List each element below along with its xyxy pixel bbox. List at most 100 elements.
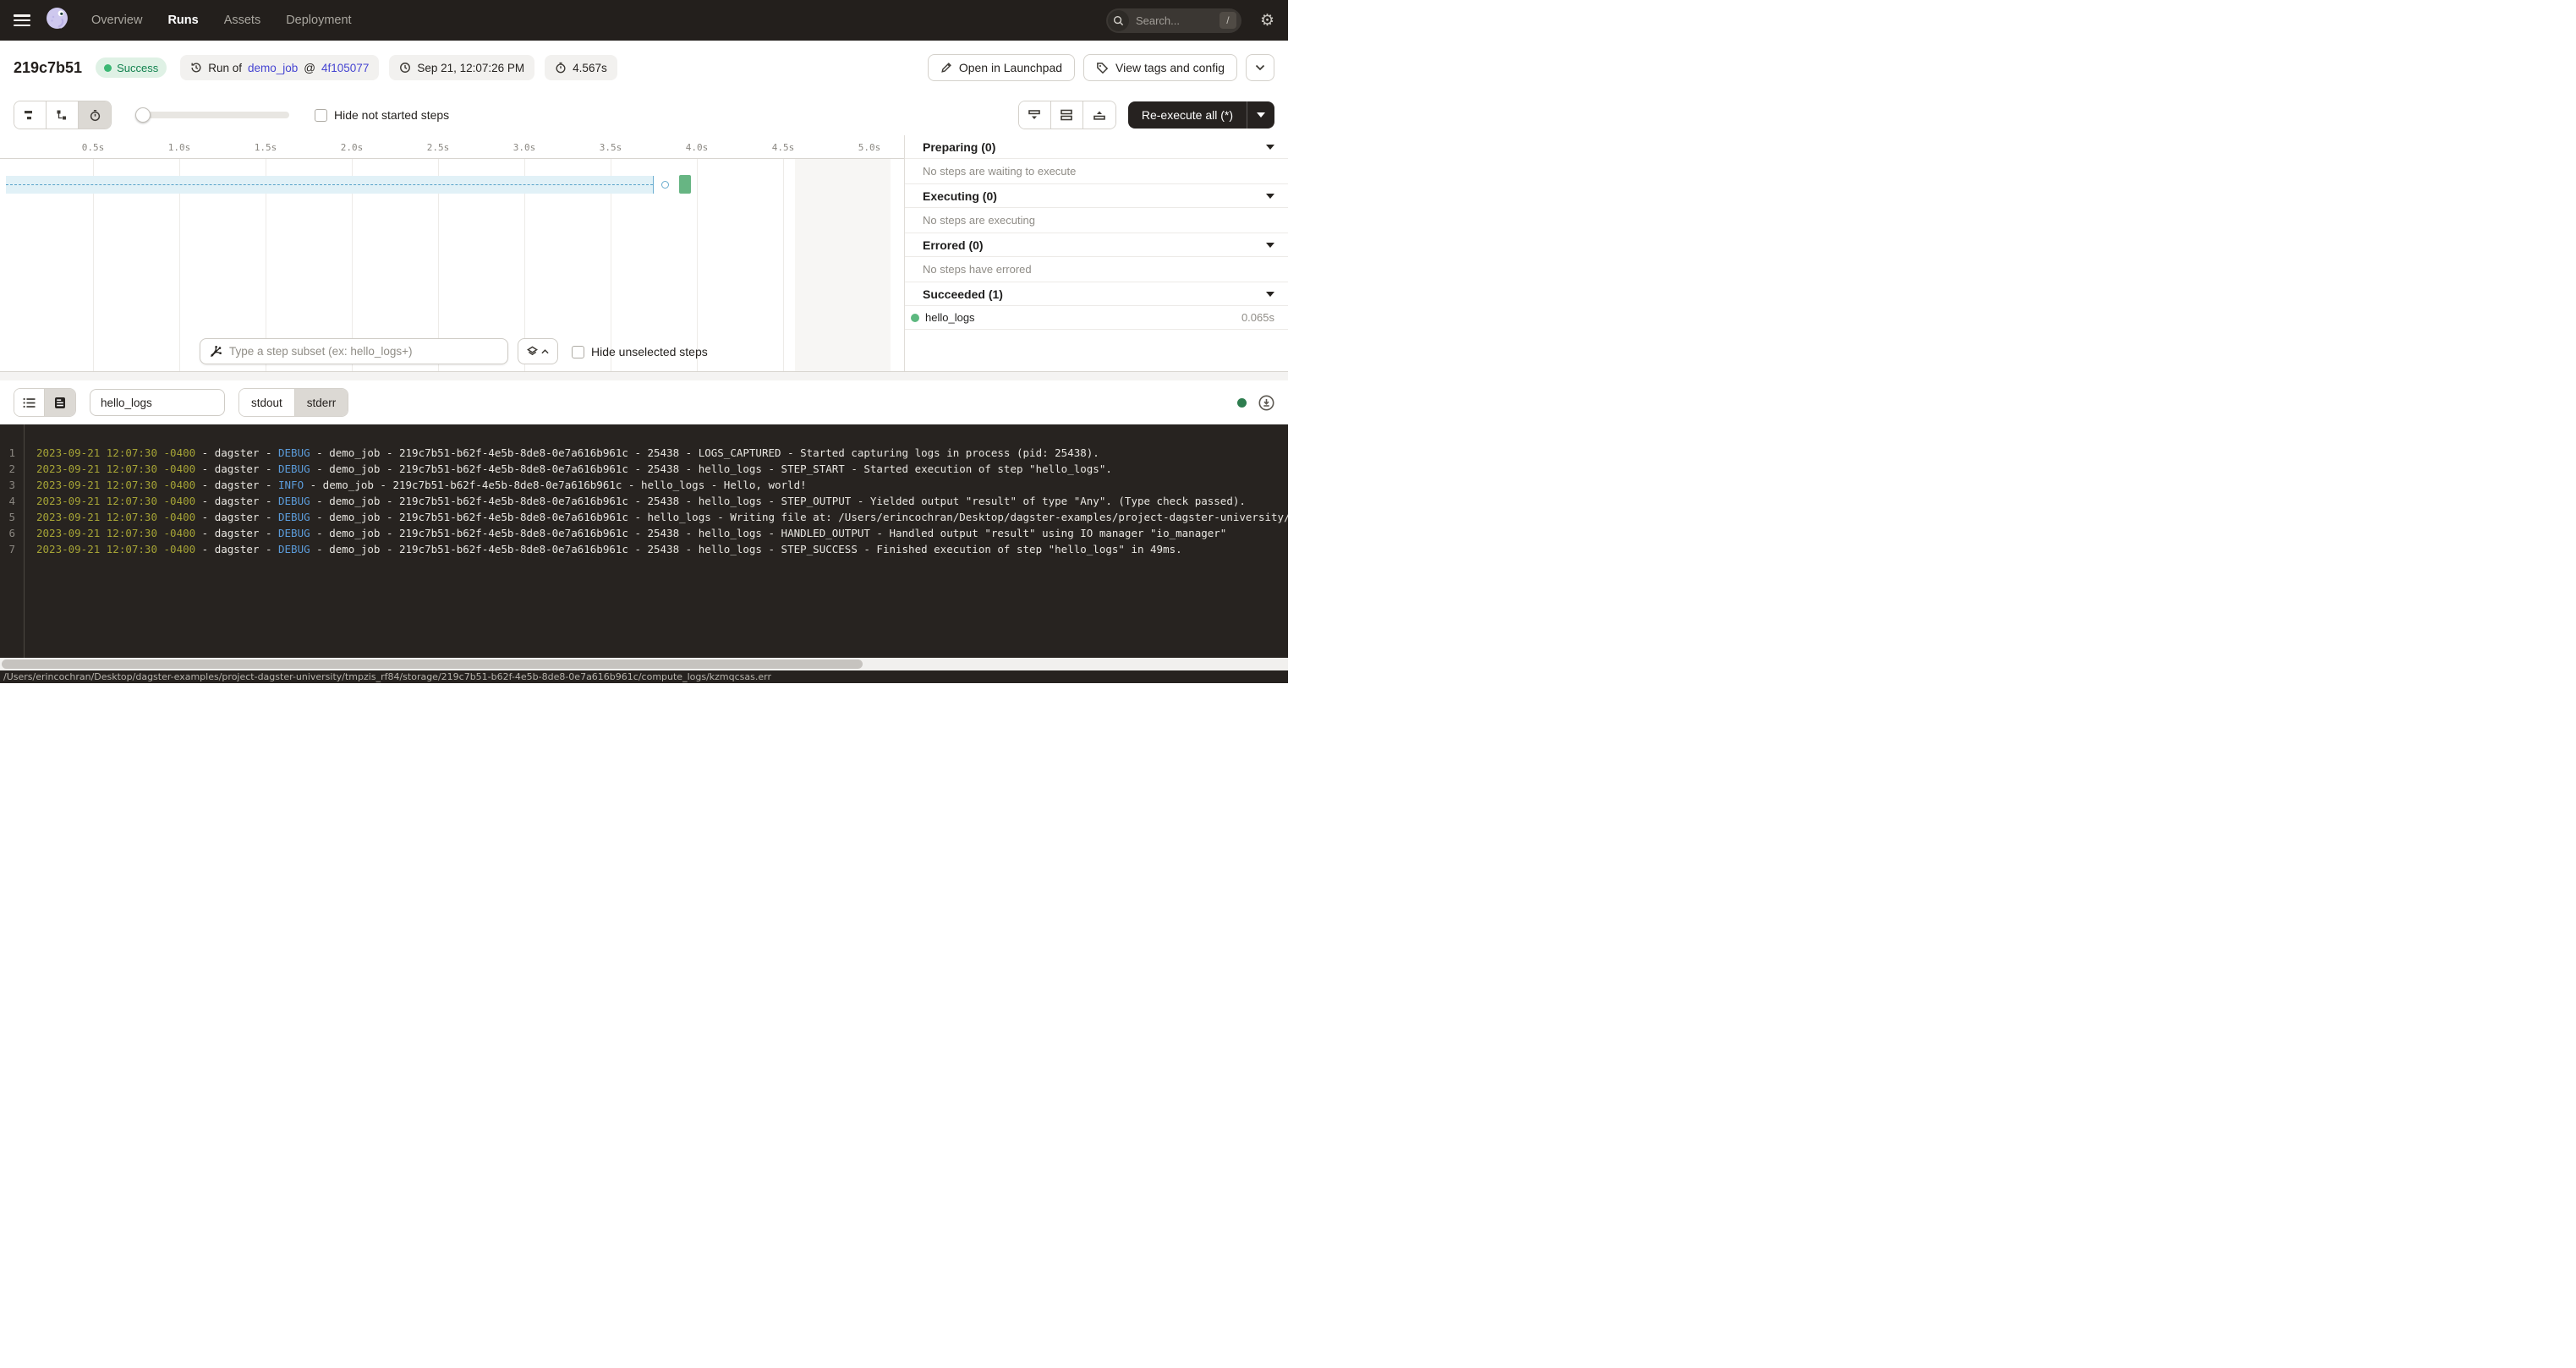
log-line: 42023-09-21 12:07:30 -0400 - dagster - D…	[0, 493, 1288, 509]
log-filter-input[interactable]	[90, 389, 225, 416]
expand-bottom-panel-button[interactable]	[1083, 101, 1115, 129]
settings-gear-icon[interactable]: ⚙	[1260, 13, 1274, 29]
log-output[interactable]: 12023-09-21 12:07:30 -0400 - dagster - D…	[0, 424, 1288, 658]
stdout-stderr-tabs: stdout stderr	[238, 388, 348, 417]
section-collapse-icon[interactable]	[1266, 292, 1274, 297]
log-line: 52023-09-21 12:07:30 -0400 - dagster - D…	[0, 509, 1288, 525]
dagster-logo[interactable]	[44, 6, 73, 35]
search-input[interactable]	[1136, 14, 1219, 27]
reexecute-dropdown-caret[interactable]	[1247, 101, 1274, 129]
hide-not-started-label: Hide not started steps	[334, 108, 449, 122]
axis-tick-label: 1.0s	[162, 142, 196, 153]
log-status-dot	[1237, 398, 1247, 408]
structured-log-view-button[interactable]	[14, 389, 45, 416]
stopwatch-icon	[555, 62, 567, 74]
step-subset-field[interactable]	[200, 338, 508, 364]
step-subset-input[interactable]	[229, 345, 499, 358]
run-status-badge: Success	[96, 57, 167, 78]
scrollbar-thumb[interactable]	[2, 659, 863, 669]
step-duration: 0.065s	[1241, 311, 1274, 324]
log-file-path: /Users/erincochran/Desktop/dagster-examp…	[0, 670, 1288, 683]
axis-tick-label: 4.5s	[766, 142, 800, 153]
reexecute-all-button: Re-execute all (*)	[1128, 101, 1274, 129]
nav-item-deployment[interactable]: Deployment	[286, 14, 351, 27]
nav-item-assets[interactable]: Assets	[224, 14, 261, 27]
zoom-slider-knob[interactable]	[135, 107, 151, 123]
axis-tick-label: 4.0s	[680, 142, 714, 153]
section-collapse-icon[interactable]	[1266, 194, 1274, 199]
download-log-icon[interactable]	[1258, 395, 1274, 411]
gantt-view-mode-group	[14, 101, 112, 129]
collapse-bottom-panel-button[interactable]	[1019, 101, 1051, 129]
log-gutter-divider	[24, 424, 25, 658]
log-line: 72023-09-21 12:07:30 -0400 - dagster - D…	[0, 541, 1288, 557]
succeeded-step-row[interactable]: hello_logs 0.065s	[905, 306, 1288, 330]
snapshot-id-link[interactable]: 4f105077	[321, 62, 369, 74]
success-dot-icon	[104, 64, 112, 72]
run-duration-pill: 4.567s	[545, 55, 617, 80]
run-id-title: 219c7b51	[14, 59, 82, 77]
log-line: 62023-09-21 12:07:30 -0400 - dagster - D…	[0, 525, 1288, 541]
axis-tick-label: 5.0s	[852, 142, 886, 153]
log-line: 22023-09-21 12:07:30 -0400 - dagster - D…	[0, 461, 1288, 477]
nav-item-runs[interactable]: Runs	[167, 14, 198, 27]
top-nav: Overview Runs Assets Deployment / ⚙	[0, 0, 1288, 41]
gantt-body: Hide unselected steps	[0, 159, 904, 371]
tab-stdout[interactable]: stdout	[239, 389, 295, 416]
zoom-slider[interactable]	[137, 112, 289, 118]
run-actions-chevron-button[interactable]	[1246, 54, 1274, 81]
panel-layout-group	[1018, 101, 1116, 129]
hide-unselected-label: Hide unselected steps	[591, 345, 708, 358]
run-of-pill: Run of demo_job @ 4f105077	[180, 55, 379, 80]
graph-query-options-button[interactable]	[518, 338, 558, 364]
search-box[interactable]: /	[1106, 8, 1241, 33]
section-succeeded[interactable]: Succeeded (1)	[905, 282, 1288, 306]
step-bar-hello-logs[interactable]	[679, 175, 691, 194]
axis-tick-label: 3.5s	[594, 142, 628, 153]
chevron-down-icon	[1255, 64, 1265, 71]
run-timestamp-pill: Sep 21, 12:07:26 PM	[389, 55, 534, 80]
section-collapse-icon[interactable]	[1266, 243, 1274, 248]
reexecute-all-label[interactable]: Re-execute all (*)	[1128, 101, 1247, 129]
raw-log-view-button[interactable]	[45, 389, 75, 416]
caret-down-icon	[1257, 112, 1265, 118]
hamburger-menu-icon[interactable]	[14, 14, 30, 26]
hide-not-started-checkbox[interactable]	[315, 109, 327, 122]
tab-stderr[interactable]: stderr	[295, 389, 348, 416]
hide-unselected-checkbox[interactable]	[572, 346, 584, 358]
flat-view-button[interactable]	[14, 101, 47, 129]
search-shortcut-key: /	[1219, 12, 1236, 29]
step-name: hello_logs	[925, 311, 975, 324]
log-view-mode-group	[14, 388, 76, 417]
log-toolbar: stdout stderr	[0, 380, 1288, 424]
nav-item-overview[interactable]: Overview	[91, 14, 142, 27]
search-icon	[1108, 10, 1129, 31]
section-errored[interactable]: Errored (0)	[905, 233, 1288, 257]
chevron-up-icon	[541, 349, 549, 354]
gantt-time-axis: 0.5s1.0s1.5s2.0s2.5s3.0s3.5s4.0s4.5s5.0s	[0, 135, 904, 159]
layers-icon	[527, 346, 538, 357]
axis-tick-label: 1.5s	[249, 142, 282, 153]
job-name-link[interactable]: demo_job	[248, 62, 298, 74]
section-collapse-icon[interactable]	[1266, 145, 1274, 150]
step-status-panel: Preparing (0) No steps are waiting to ex…	[904, 135, 1288, 371]
split-panels-button[interactable]	[1051, 101, 1083, 129]
list-icon	[23, 397, 36, 408]
errored-empty-text: No steps have errored	[905, 257, 1288, 282]
gantt-chart: 0.5s1.0s1.5s2.0s2.5s3.0s3.5s4.0s4.5s5.0s	[0, 135, 904, 371]
section-preparing[interactable]: Preparing (0)	[905, 135, 1288, 159]
gantt-toolbar: Hide not started steps Re-execute all (*…	[0, 95, 1288, 135]
axis-tick-label: 0.5s	[76, 142, 110, 153]
gantt-overlay-controls: Hide unselected steps	[0, 338, 904, 365]
history-icon	[190, 62, 202, 74]
timed-view-button[interactable]	[79, 101, 111, 129]
tag-icon	[1096, 62, 1109, 74]
horizontal-scrollbar[interactable]	[0, 658, 1288, 670]
clock-icon	[399, 62, 411, 74]
step-marker-circle[interactable]	[661, 181, 669, 189]
waterfall-view-button[interactable]	[47, 101, 79, 129]
open-in-launchpad-button[interactable]: Open in Launchpad	[928, 54, 1075, 81]
section-executing[interactable]: Executing (0)	[905, 184, 1288, 208]
view-tags-config-button[interactable]: View tags and config	[1083, 54, 1237, 81]
executing-empty-text: No steps are executing	[905, 208, 1288, 233]
